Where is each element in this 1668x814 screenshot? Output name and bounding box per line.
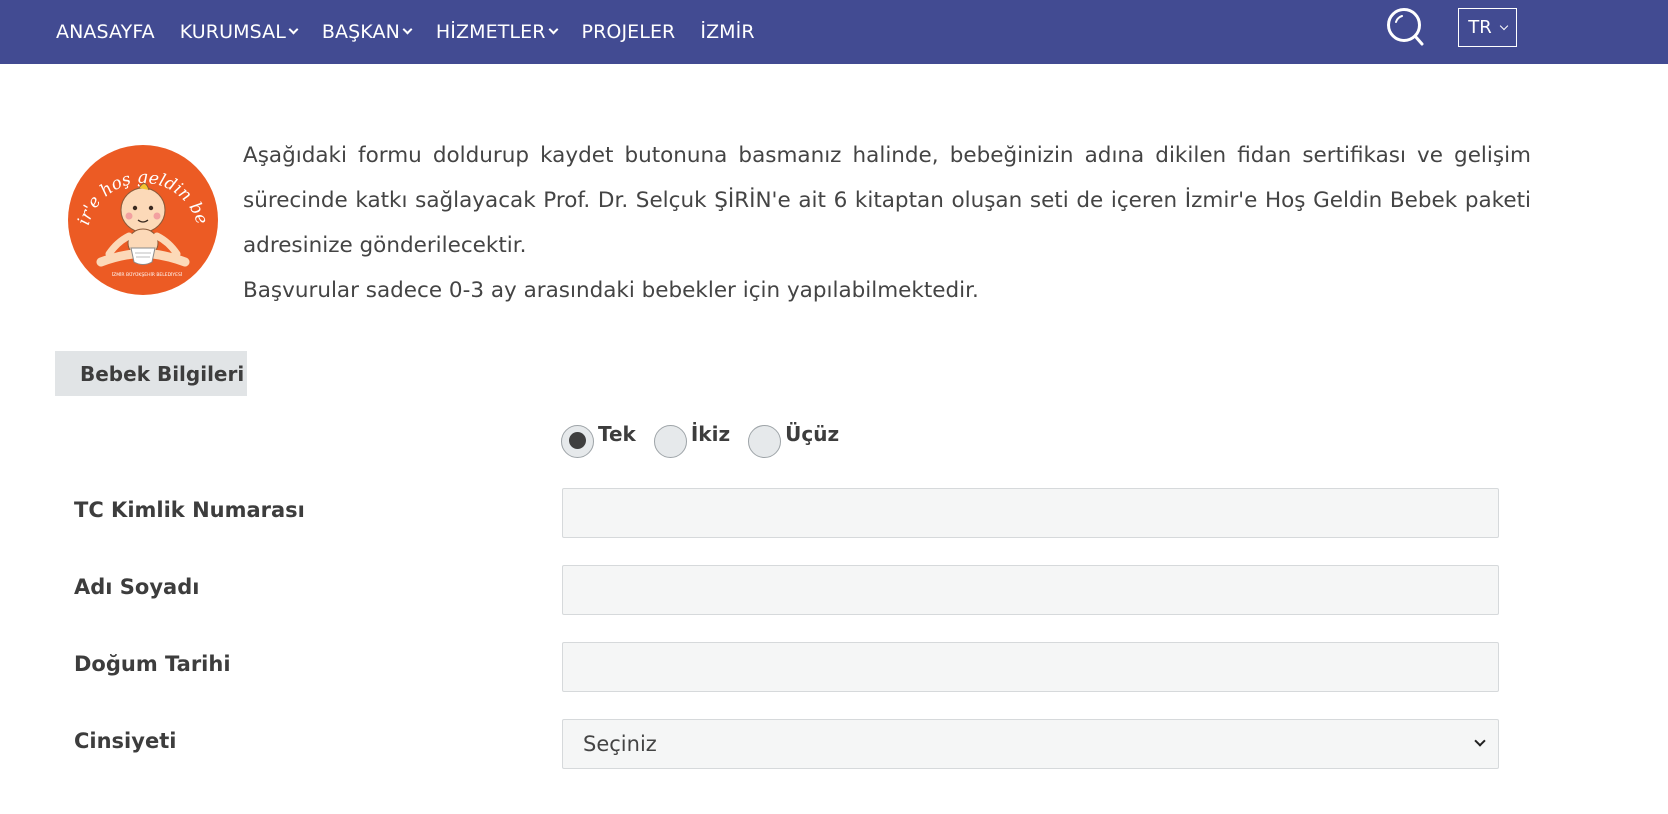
nav-item-baskan[interactable]: BAŞKAN (321, 21, 413, 43)
radio-label: Tek (598, 422, 636, 446)
search-icon (1387, 8, 1424, 46)
radio-ucuz[interactable]: Üçüz (748, 422, 840, 458)
radio-label: Üçüz (785, 422, 840, 446)
radio-label: İkiz (690, 422, 731, 446)
cinsiyet-label: Cinsiyeti (74, 729, 177, 753)
cinsiyet-select[interactable]: Seçiniz (562, 719, 1499, 769)
nav-item-kurumsal[interactable]: KURUMSAL (179, 21, 299, 43)
nav-item-label: BAŞKAN (321, 21, 400, 43)
radio-tek[interactable]: Tek (561, 422, 636, 458)
radio-button[interactable] (653, 424, 687, 458)
chevron-down-icon (288, 24, 299, 35)
nav-item-label: PROJELER (581, 21, 676, 43)
language-selector[interactable]: TR (1458, 8, 1517, 47)
intro-paragraph: Aşağıdaki formu doldurup kaydet butonuna… (243, 143, 1531, 258)
search-button[interactable] (1384, 6, 1428, 50)
chevron-down-icon (1474, 735, 1486, 747)
intro-text: Aşağıdaki formu doldurup kaydet butonuna… (243, 133, 1531, 313)
logo-footer-text: İZMİR BÜYÜKŞEHİR BELEDİYESİ (112, 271, 182, 278)
radio-button[interactable] (561, 424, 594, 458)
birth-type-radio-group: Tek İkiz Üçüz (561, 420, 857, 462)
tc-kimlik-label: TC Kimlik Numarası (74, 498, 305, 522)
ad-soyad-label: Adı Soyadı (74, 575, 200, 599)
nav-item-izmir[interactable]: İZMİR (700, 21, 754, 43)
language-label: TR (1468, 17, 1492, 38)
nav-item-label: ANASAYFA (56, 21, 155, 43)
radio-ikiz[interactable]: İkiz (653, 422, 731, 458)
nav-item-label: KURUMSAL (179, 21, 286, 43)
ad-soyad-input[interactable] (562, 565, 1499, 615)
top-navigation-bar: ANASAYFA KURUMSAL BAŞKAN HİZMETLER PROJE… (0, 0, 1668, 64)
chevron-down-icon (402, 24, 413, 35)
nav-item-anasayfa[interactable]: ANASAYFA (56, 21, 155, 43)
nav-item-label: HİZMETLER (435, 21, 546, 43)
dogum-tarihi-input[interactable] (562, 642, 1499, 692)
section-title-label: Bebek Bilgileri (80, 361, 245, 386)
nav-item-projeler[interactable]: PROJELER (582, 21, 676, 43)
tc-kimlik-input[interactable] (562, 488, 1499, 538)
nav-item-label: İZMİR (700, 21, 755, 43)
nav-item-hizmetler[interactable]: HİZMETLER (435, 21, 558, 43)
hos-geldin-bebek-logo: izmir'e hoş geldin bebek İZMİR BÜYÜKŞEHİ… (59, 129, 219, 296)
intro-note: Başvurular sadece 0-3 ay arasındaki bebe… (243, 278, 979, 303)
radio-button[interactable] (748, 424, 782, 458)
chevron-down-icon (548, 24, 558, 35)
chevron-down-icon (1499, 21, 1508, 30)
cinsiyet-selected-value: Seçiniz (583, 732, 657, 756)
dogum-tarihi-label: Doğum Tarihi (74, 652, 231, 676)
section-title-bebek-bilgileri: Bebek Bilgileri (55, 351, 247, 396)
main-menu: ANASAYFA KURUMSAL BAŞKAN HİZMETLER PROJE… (56, 0, 755, 64)
